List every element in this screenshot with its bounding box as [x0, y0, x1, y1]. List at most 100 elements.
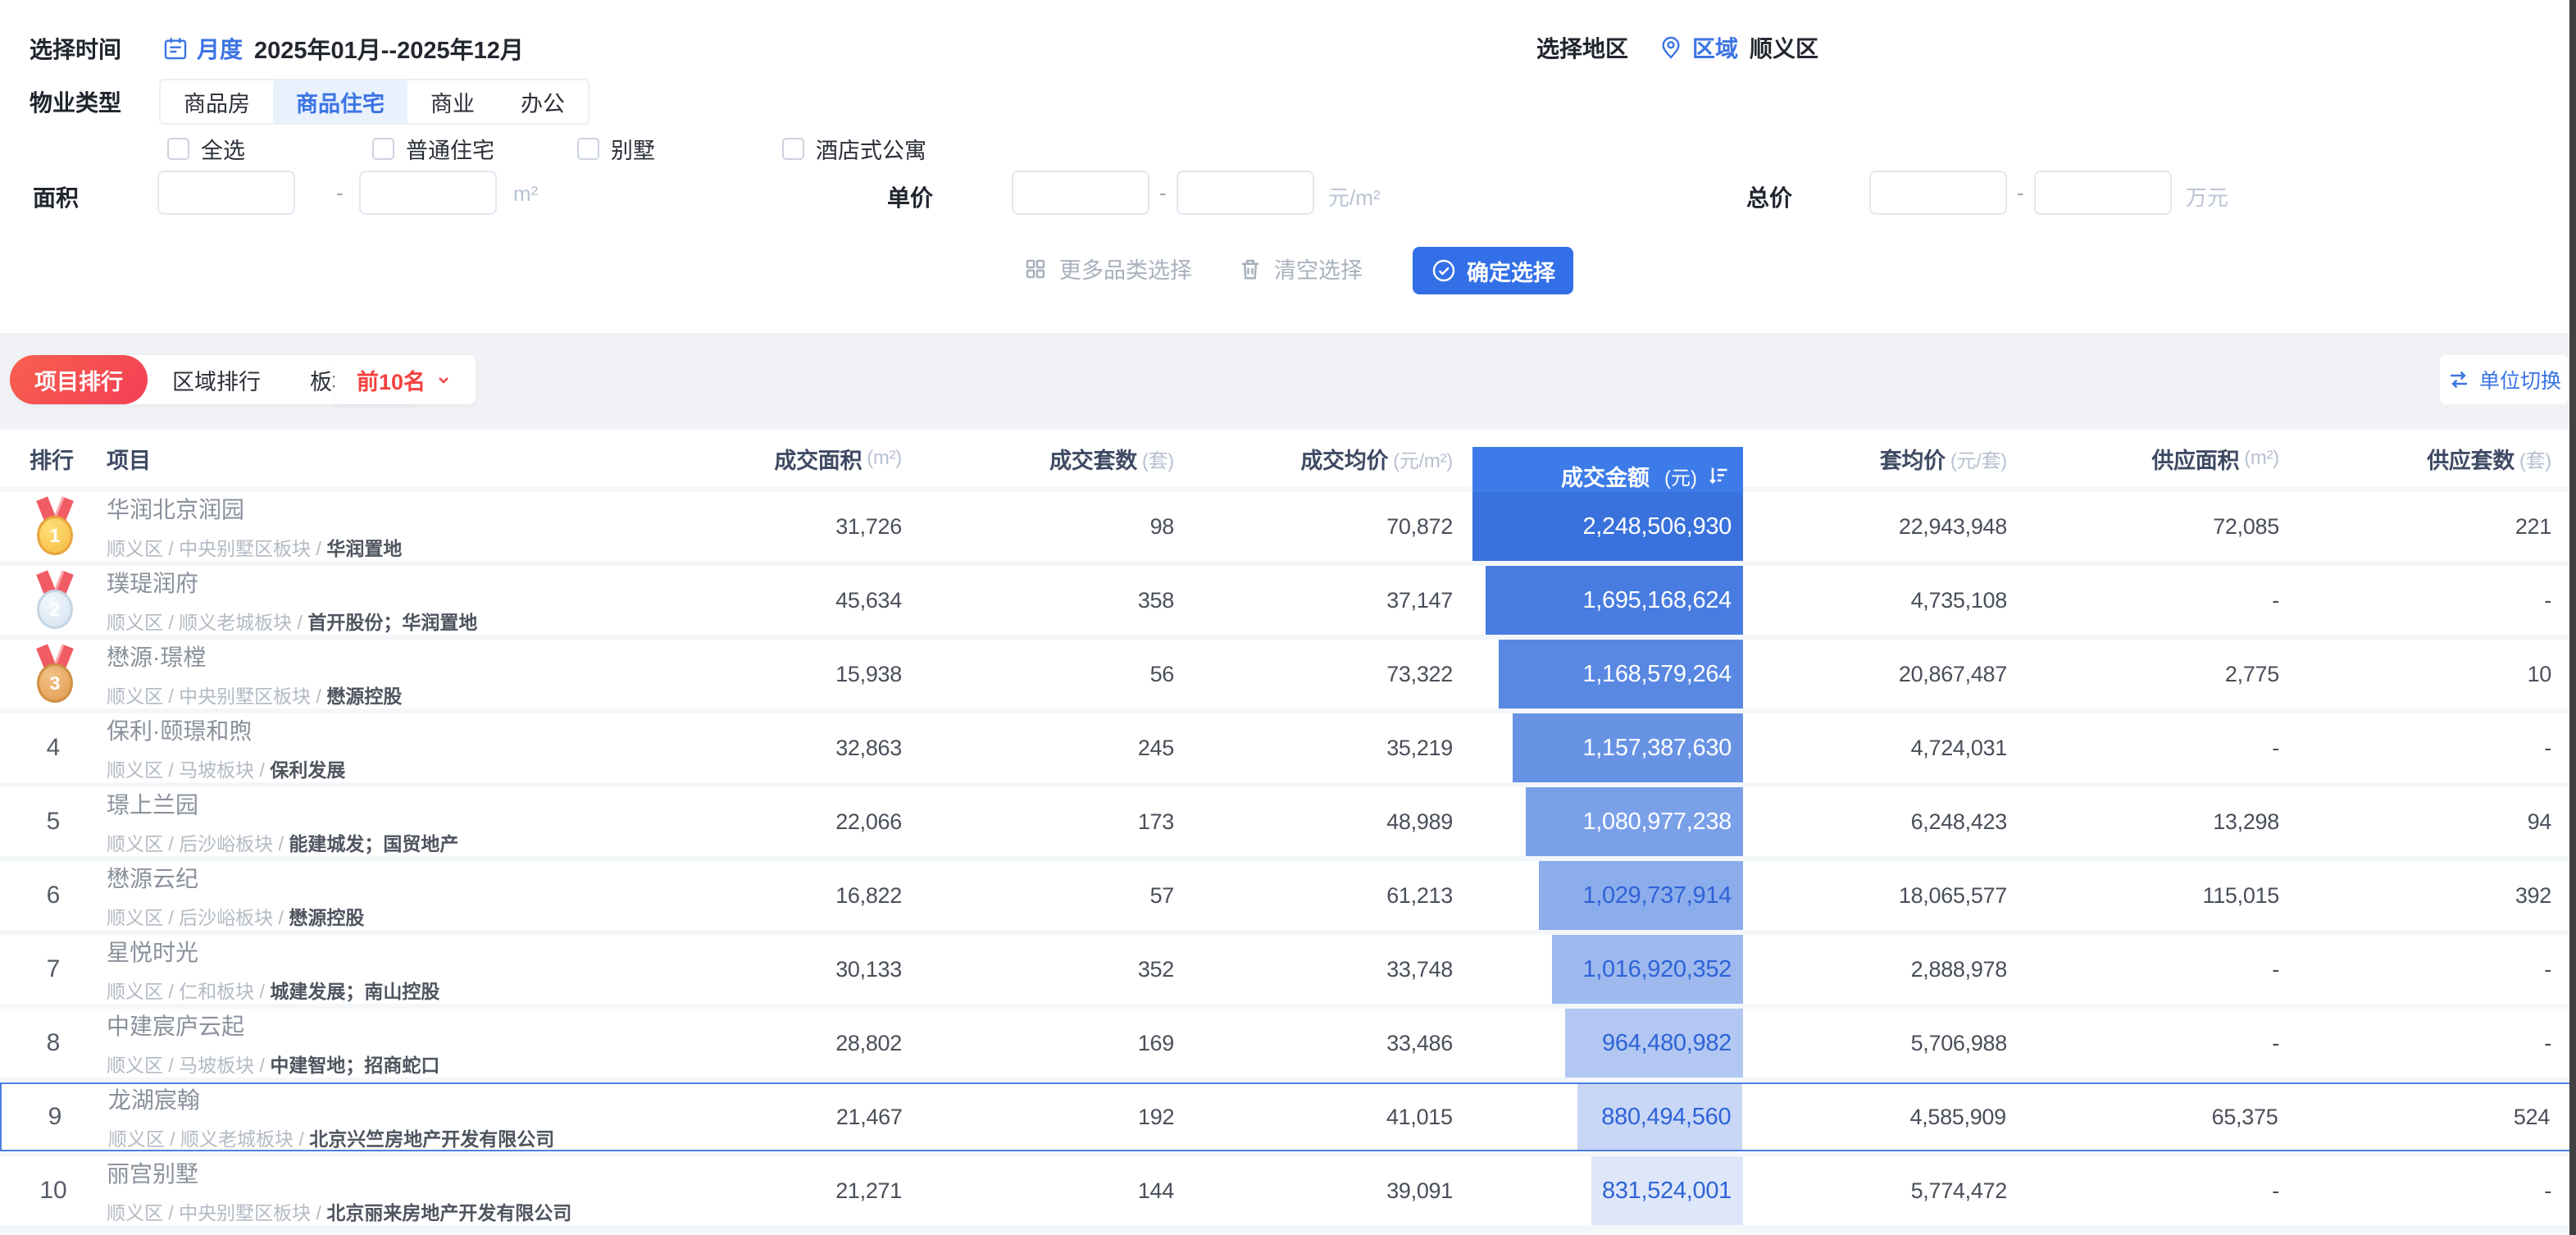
time-range-value[interactable]: 2025年01月--2025年12月 — [254, 31, 524, 66]
unit-price-min-input[interactable] — [1012, 171, 1149, 215]
project-developer: 城建发展；南山控股 — [270, 981, 439, 1002]
region-value[interactable]: 顺义区 — [1750, 31, 1818, 64]
checkbox-select-all[interactable]: 全选 — [167, 133, 245, 165]
more-categories-button[interactable]: 更多品类选择 — [1023, 253, 1192, 285]
checkbox-box[interactable] — [372, 138, 394, 160]
project-name[interactable]: 璟上兰园 — [107, 787, 458, 820]
deal-area-value: 45,634 — [738, 566, 902, 635]
swap-arrows-icon — [2446, 367, 2471, 392]
project-cell[interactable]: 龙湖宸翰顺义区 / 顺义老城板块 / 北京兴竺房地产开发有限公司 — [108, 1084, 739, 1150]
supply-area-value: 115,015 — [2007, 861, 2279, 930]
project-developer: 北京兴竺房地产开发有限公司 — [309, 1128, 554, 1150]
checkbox-box[interactable] — [577, 138, 599, 160]
project-cell[interactable]: 华润北京润园顺义区 / 中央别墅区板块 / 华润置地 — [107, 492, 738, 561]
deal-avg-price-value: 41,015 — [1174, 1084, 1453, 1150]
checkbox-villa[interactable]: 别墅 — [577, 133, 655, 165]
rank-cell: 1 — [30, 492, 107, 561]
header-deal-units[interactable]: 成交套数(套) — [902, 443, 1174, 475]
segment-commodity-housing[interactable]: 商品房 — [161, 80, 273, 123]
table-row[interactable]: 9龙湖宸翰顺义区 / 顺义老城板块 / 北京兴竺房地产开发有限公司21,4671… — [0, 1082, 2576, 1151]
project-cell[interactable]: 璟上兰园顺义区 / 后沙峪板块 / 能建城发；国贸地产 — [107, 787, 738, 856]
project-cell[interactable]: 星悦时光顺义区 / 仁和板块 / 城建发展；南山控股 — [107, 935, 738, 1004]
header-supply-area[interactable]: 供应面积(m²) — [2007, 443, 2279, 475]
table-row[interactable]: 3懋源·璟樘顺义区 / 中央别墅区板块 / 懋源控股15,9385673,322… — [0, 640, 2576, 709]
project-name[interactable]: 懋源云纪 — [107, 861, 364, 894]
table-row[interactable]: 7星悦时光顺义区 / 仁和板块 / 城建发展；南山控股30,13335233,7… — [0, 935, 2576, 1004]
deal-avg-price-value: 37,147 — [1174, 566, 1453, 635]
table-row[interactable]: 1华润北京润园顺义区 / 中央别墅区板块 / 华润置地31,7269870,87… — [0, 492, 2576, 561]
header-deal-avg-price[interactable]: 成交均价(元/m²) — [1174, 443, 1453, 475]
total-price-min-input[interactable] — [1869, 171, 2007, 215]
unit-price-max-input[interactable] — [1176, 171, 1314, 215]
supply-units-value: 221 — [2279, 492, 2551, 561]
table-row[interactable]: 4保利·颐璟和煦顺义区 / 马坡板块 / 保利发展32,86324535,219… — [0, 713, 2576, 782]
segment-commercial[interactable]: 商业 — [407, 80, 498, 123]
avg-per-unit-value: 4,735,108 — [1743, 566, 2007, 635]
top-n-dropdown[interactable]: 前10名 — [335, 355, 476, 404]
area-min-input[interactable] — [157, 171, 295, 215]
region-scope-link[interactable]: 区域 — [1692, 31, 1738, 64]
project-cell[interactable]: 懋源云纪顺义区 / 后沙峪板块 / 懋源控股 — [107, 861, 738, 930]
tab-district-ranking[interactable]: 区域排行 — [148, 364, 285, 396]
project-subline: 顺义区 / 马坡板块 / 保利发展 — [107, 754, 345, 782]
unit-switch-button[interactable]: 单位切换 — [2440, 355, 2568, 404]
project-subline: 顺义区 / 中央别墅区板块 / 华润置地 — [107, 533, 402, 561]
project-name[interactable]: 保利·颐璟和煦 — [107, 713, 345, 746]
checkbox-box[interactable] — [782, 138, 804, 160]
deal-area-value: 31,726 — [738, 492, 902, 561]
sort-descending-icon — [1707, 464, 1730, 487]
segment-commodity-residential[interactable]: 商品住宅 — [273, 80, 407, 123]
supply-units-value: 94 — [2279, 787, 2551, 856]
project-name[interactable]: 丽宫别墅 — [107, 1156, 571, 1189]
segment-office[interactable]: 办公 — [498, 80, 588, 123]
deal-amount-bar-area: 2,248,506,930 — [1472, 492, 1743, 561]
rank-number: 8 — [30, 1029, 77, 1057]
project-name[interactable]: 华润北京润园 — [107, 492, 402, 525]
property-type-label: 物业类型 — [30, 85, 159, 118]
clear-selection-button[interactable]: 清空选择 — [1238, 253, 1363, 285]
project-cell[interactable]: 丽宫别墅顺义区 / 中央别墅区板块 / 北京丽来房地产开发有限公司 — [107, 1156, 738, 1225]
tab-project-ranking[interactable]: 项目排行 — [10, 355, 148, 404]
medal-number: 3 — [37, 663, 73, 703]
project-name[interactable]: 懋源·璟樘 — [107, 640, 402, 672]
project-cell[interactable]: 懋源·璟樘顺义区 / 中央别墅区板块 / 懋源控股 — [107, 640, 738, 709]
confirm-selection-button[interactable]: 确定选择 — [1413, 247, 1573, 294]
rank-cell: 10 — [30, 1156, 107, 1225]
medal-rank-3-icon: 3 — [31, 645, 79, 703]
header-supply-units[interactable]: 供应套数(套) — [2279, 443, 2551, 475]
project-name[interactable]: 璞瑅润府 — [107, 566, 477, 599]
project-subline: 顺义区 / 顺义老城板块 / 首开股份；华润置地 — [107, 607, 477, 635]
project-developer: 首开股份；华润置地 — [307, 612, 477, 633]
avg-per-unit-value: 5,774,472 — [1743, 1156, 2007, 1225]
project-cell[interactable]: 保利·颐璟和煦顺义区 / 马坡板块 / 保利发展 — [107, 713, 738, 782]
deal-amount-bar: 831,524,001 — [1591, 1156, 1743, 1225]
area-max-input[interactable] — [359, 171, 497, 215]
project-developer: 懋源控股 — [289, 907, 364, 928]
total-price-max-input[interactable] — [2034, 171, 2172, 215]
project-name[interactable]: 中建宸庐云起 — [107, 1009, 439, 1041]
supply-units-value: - — [2279, 713, 2551, 782]
table-row[interactable]: 5璟上兰园顺义区 / 后沙峪板块 / 能建城发；国贸地产22,06617348,… — [0, 787, 2576, 856]
table-row[interactable]: 6懋源云纪顺义区 / 后沙峪板块 / 懋源控股16,8225761,2131,0… — [0, 861, 2576, 930]
header-deal-area[interactable]: 成交面积(m²) — [738, 443, 902, 475]
deal-units-value: 358 — [902, 566, 1174, 635]
checkbox-box[interactable] — [167, 138, 189, 160]
rank-number: 10 — [30, 1177, 77, 1205]
project-developer: 能建城发；国贸地产 — [289, 833, 458, 854]
deal-units-value: 245 — [902, 713, 1174, 782]
grid-icon — [1023, 257, 1048, 281]
table-row[interactable]: 8中建宸庐云起顺义区 / 马坡板块 / 中建智地；招商蛇口28,80216933… — [0, 1009, 2576, 1078]
time-mode-link[interactable]: 月度 — [197, 32, 243, 65]
table-row[interactable]: 2璞瑅润府顺义区 / 顺义老城板块 / 首开股份；华润置地45,63435837… — [0, 566, 2576, 635]
area-unit: m² — [513, 181, 538, 207]
project-name[interactable]: 星悦时光 — [107, 935, 439, 968]
project-cell[interactable]: 璞瑅润府顺义区 / 顺义老城板块 / 首开股份；华润置地 — [107, 566, 738, 635]
checkbox-serviced-apartment[interactable]: 酒店式公寓 — [782, 133, 926, 165]
table-row[interactable]: 10 丽宫别墅顺义区 / 中央别墅区板块 / 北京丽来房地产开发有限公司21,27… — [0, 1156, 2576, 1225]
deal-area-value: 21,271 — [738, 1156, 902, 1225]
checkbox-ordinary-residence[interactable]: 普通住宅 — [372, 133, 494, 165]
project-name[interactable]: 龙湖宸翰 — [108, 1082, 554, 1115]
header-avg-per-unit[interactable]: 套均价(元/套) — [1743, 443, 2007, 475]
project-cell[interactable]: 中建宸庐云起顺义区 / 马坡板块 / 中建智地；招商蛇口 — [107, 1009, 738, 1078]
supply-units-value: - — [2279, 935, 2551, 1004]
